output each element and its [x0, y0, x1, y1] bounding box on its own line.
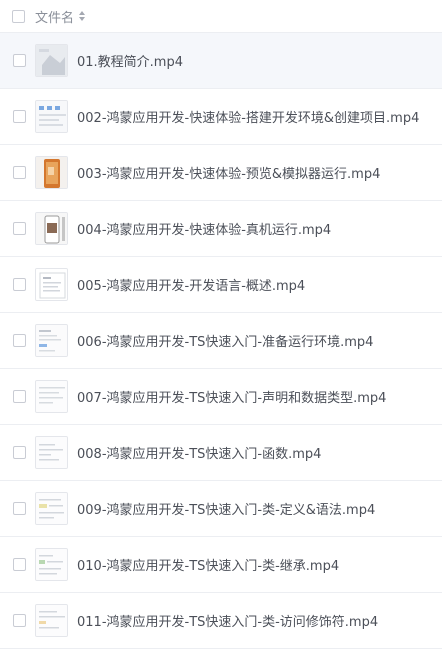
file-list-header: 文件名 — [0, 0, 442, 33]
file-name: 01.教程简介.mp4 — [77, 55, 183, 70]
file-row[interactable]: 005-鸿蒙应用开发-开发语言-概述.mp4 — [0, 257, 442, 313]
file-name: 010-鸿蒙应用开发-TS快速入门-类-继承.mp4 — [77, 559, 340, 574]
file-list: 文件名 01.教程简介.mp4 002-鸿蒙应用开发-快速体验-搭建开发环境&创… — [0, 0, 442, 651]
file-name: 003-鸿蒙应用开发-快速体验-预览&模拟器运行.mp4 — [77, 167, 381, 182]
file-name: 008-鸿蒙应用开发-TS快速入门-函数.mp4 — [77, 447, 322, 462]
filename-column-header[interactable]: 文件名 — [35, 7, 86, 26]
file-row[interactable]: 010-鸿蒙应用开发-TS快速入门-类-继承.mp4 — [0, 537, 442, 593]
row-checkbox[interactable] — [13, 446, 26, 459]
video-thumbnail — [35, 212, 68, 245]
video-thumbnail — [35, 492, 68, 525]
row-checkbox[interactable] — [13, 614, 26, 627]
file-name: 006-鸿蒙应用开发-TS快速入门-准备运行环境.mp4 — [77, 335, 374, 350]
video-thumbnail — [35, 100, 68, 133]
row-checkbox[interactable] — [13, 278, 26, 291]
video-thumbnail — [35, 268, 68, 301]
row-checkbox[interactable] — [13, 334, 26, 347]
video-thumbnail — [35, 156, 68, 189]
filename-column-label: 文件名 — [35, 10, 75, 26]
file-name: 004-鸿蒙应用开发-快速体验-真机运行.mp4 — [77, 223, 332, 238]
video-thumbnail — [35, 380, 68, 413]
file-row[interactable]: 004-鸿蒙应用开发-快速体验-真机运行.mp4 — [0, 201, 442, 257]
video-thumbnail — [35, 324, 68, 357]
file-row[interactable]: 011-鸿蒙应用开发-TS快速入门-类-访问修饰符.mp4 — [0, 593, 442, 649]
file-row[interactable]: 009-鸿蒙应用开发-TS快速入门-类-定义&语法.mp4 — [0, 481, 442, 537]
row-checkbox[interactable] — [13, 390, 26, 403]
file-row[interactable]: 006-鸿蒙应用开发-TS快速入门-准备运行环境.mp4 — [0, 313, 442, 369]
row-checkbox[interactable] — [13, 54, 26, 67]
select-all-checkbox[interactable] — [12, 9, 25, 23]
video-thumbnail — [35, 604, 68, 637]
row-checkbox[interactable] — [13, 166, 26, 179]
sort-icon[interactable] — [78, 10, 86, 22]
file-name: 011-鸿蒙应用开发-TS快速入门-类-访问修饰符.mp4 — [77, 615, 379, 630]
file-name: 007-鸿蒙应用开发-TS快速入门-声明和数据类型.mp4 — [77, 391, 387, 406]
row-checkbox[interactable] — [13, 110, 26, 123]
row-checkbox[interactable] — [13, 502, 26, 515]
file-row[interactable]: 003-鸿蒙应用开发-快速体验-预览&模拟器运行.mp4 — [0, 145, 442, 201]
file-row[interactable]: 01.教程简介.mp4 — [0, 33, 442, 89]
video-thumbnail — [35, 436, 68, 469]
row-checkbox[interactable] — [13, 558, 26, 571]
file-name: 005-鸿蒙应用开发-开发语言-概述.mp4 — [77, 279, 306, 294]
row-checkbox[interactable] — [13, 222, 26, 235]
file-row[interactable]: 007-鸿蒙应用开发-TS快速入门-声明和数据类型.mp4 — [0, 369, 442, 425]
file-name: 002-鸿蒙应用开发-快速体验-搭建开发环境&创建项目.mp4 — [77, 111, 420, 126]
video-thumbnail — [35, 548, 68, 581]
video-thumbnail — [35, 44, 68, 77]
file-row[interactable]: 008-鸿蒙应用开发-TS快速入门-函数.mp4 — [0, 425, 442, 481]
file-name: 009-鸿蒙应用开发-TS快速入门-类-定义&语法.mp4 — [77, 503, 376, 518]
file-row[interactable]: 002-鸿蒙应用开发-快速体验-搭建开发环境&创建项目.mp4 — [0, 89, 442, 145]
